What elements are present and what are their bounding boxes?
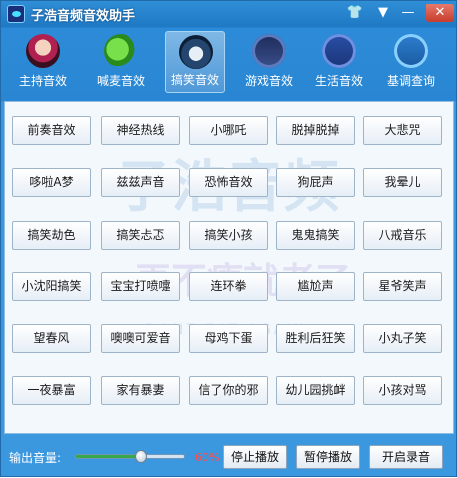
menu-icon[interactable]: ▼ <box>373 4 393 22</box>
sound-button[interactable]: 鬼鬼搞笑 <box>276 221 355 250</box>
pause-playback-button[interactable]: 暂停播放 <box>296 445 360 469</box>
sound-button[interactable]: 星爷笑声 <box>363 272 442 301</box>
app-logo-icon <box>7 5 25 23</box>
skin-shirt-icon[interactable]: 👕 <box>345 4 365 22</box>
sound-button[interactable]: 宝宝打喷嚏 <box>101 272 180 301</box>
category-tabs: 主持音效 喊麦音效 搞笑音效 游戏音效 生活音效 基调查询 <box>11 31 451 97</box>
sound-button[interactable]: 一夜暴富 <box>12 376 91 405</box>
sound-button[interactable]: 小丸子笑 <box>363 324 442 353</box>
tone-icon <box>394 34 428 68</box>
stop-playback-button[interactable]: 停止播放 <box>223 445 287 469</box>
sound-button[interactable]: 小哪吒 <box>189 116 268 145</box>
sound-button[interactable]: 小沈阳搞笑 <box>12 272 91 301</box>
tab-tone-query[interactable]: 基调查询 <box>381 31 441 93</box>
tab-label: 基调查询 <box>386 74 435 88</box>
sound-button[interactable]: 母鸡下蛋 <box>189 324 268 353</box>
host-icon <box>26 34 60 68</box>
sound-panel: 子浩音频 再不瘦就老了 DONT EAT AGAIN 前奏音效 神经热线 小哪吒… <box>4 101 454 434</box>
window-title: 子浩音频音效助手 <box>31 9 136 24</box>
tab-label: 游戏音效 <box>244 74 293 88</box>
bottom-bar: 输出音量: 60% 停止播放 暂停播放 开启录音 <box>1 437 456 478</box>
tab-label: 生活音效 <box>314 74 363 88</box>
tab-label: 搞笑音效 <box>170 73 219 87</box>
tab-label: 主持音效 <box>18 74 67 88</box>
tab-funny-sounds[interactable]: 搞笑音效 <box>165 31 225 93</box>
game-icon <box>252 34 286 68</box>
tab-host-sounds[interactable]: 主持音效 <box>13 31 73 93</box>
volume-slider-thumb[interactable] <box>134 450 147 463</box>
life-icon <box>322 34 356 68</box>
sound-button[interactable]: 搞笑劫色 <box>12 221 91 250</box>
sound-button[interactable]: 胜利后狂笑 <box>276 324 355 353</box>
sound-button[interactable]: 信了你的邪 <box>189 376 268 405</box>
sound-button[interactable]: 噢噢可爱音 <box>101 324 180 353</box>
sound-button[interactable]: 神经热线 <box>101 116 180 145</box>
sound-button[interactable]: 兹兹声音 <box>101 168 180 197</box>
sound-button[interactable]: 小孩对骂 <box>363 376 442 405</box>
sound-button[interactable]: 前奏音效 <box>12 116 91 145</box>
sound-button[interactable]: 狗屁声 <box>276 168 355 197</box>
sound-button[interactable]: 我晕儿 <box>363 168 442 197</box>
sound-button[interactable]: 幼儿园挑衅 <box>276 376 355 405</box>
sound-button[interactable]: 连环拳 <box>189 272 268 301</box>
tab-game-sounds[interactable]: 游戏音效 <box>239 31 299 93</box>
sound-button[interactable]: 搞笑忐忑 <box>101 221 180 250</box>
tab-mic-sounds[interactable]: 喊麦音效 <box>91 31 151 93</box>
volume-percent: 60% <box>195 451 220 464</box>
title-bar: 子浩音频音效助手 👕 ▼ — ✕ <box>1 1 456 27</box>
sound-button[interactable]: 望春风 <box>12 324 91 353</box>
microphone-icon <box>104 34 138 68</box>
volume-slider[interactable] <box>75 450 185 463</box>
sound-button[interactable]: 八戒音乐 <box>363 221 442 250</box>
sound-button[interactable]: 恐怖音效 <box>189 168 268 197</box>
app-window: 子浩音频音效助手 👕 ▼ — ✕ 主持音效 喊麦音效 搞笑音效 游戏音效 生活音… <box>0 0 457 477</box>
tab-life-sounds[interactable]: 生活音效 <box>309 31 369 93</box>
volume-slider-fill <box>76 455 141 458</box>
sound-button[interactable]: 哆啦A梦 <box>12 168 91 197</box>
minimize-icon[interactable]: — <box>398 4 418 22</box>
sound-button[interactable]: 尴尬声 <box>276 272 355 301</box>
start-recording-button[interactable]: 开启录音 <box>369 445 443 469</box>
sound-button[interactable]: 搞笑小孩 <box>189 221 268 250</box>
funny-icon <box>179 35 213 69</box>
sound-button[interactable]: 脱掉脱掉 <box>276 116 355 145</box>
volume-label: 输出音量: <box>9 451 62 465</box>
tab-label: 喊麦音效 <box>96 74 145 88</box>
sound-button[interactable]: 大悲咒 <box>363 116 442 145</box>
close-icon[interactable]: ✕ <box>426 4 454 22</box>
sound-button[interactable]: 家有暴妻 <box>101 376 180 405</box>
